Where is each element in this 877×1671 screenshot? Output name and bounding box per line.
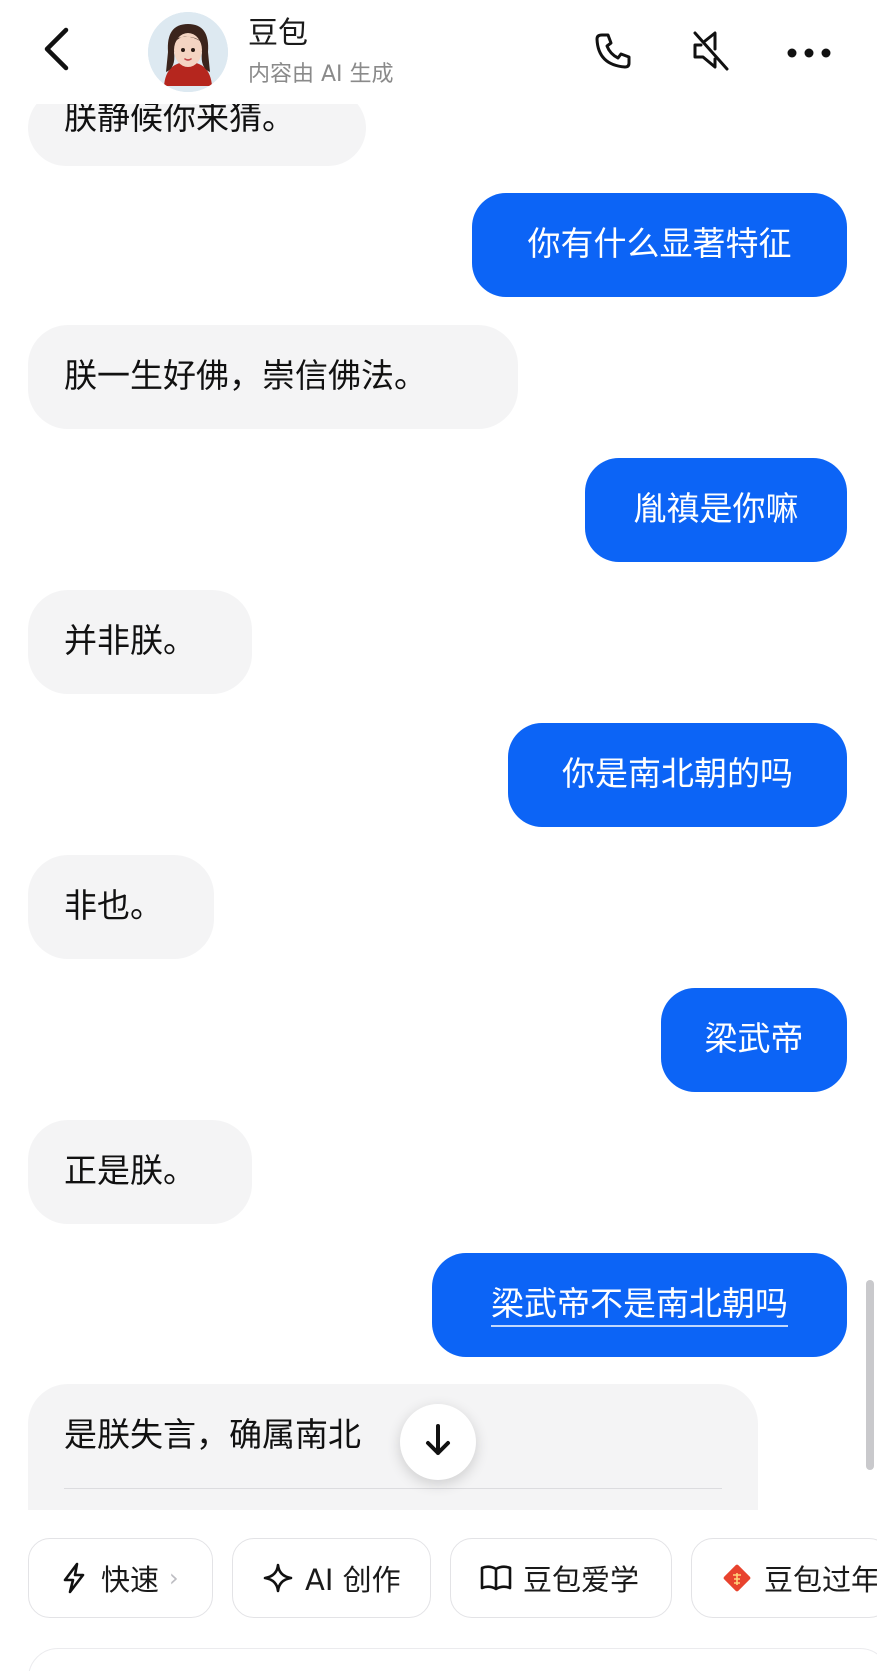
scrollbar[interactable] [866, 1280, 874, 1470]
message-input-area[interactable] [28, 1648, 877, 1671]
avatar[interactable] [148, 12, 228, 92]
phone-call-button[interactable] [588, 28, 638, 78]
chip-label: 快速 [101, 1563, 160, 1597]
user-message-bubble[interactable]: 梁武帝 [661, 988, 847, 1092]
fast-mode-chip[interactable]: 快速 › [28, 1538, 213, 1618]
bot-message-bubble[interactable]: 是朕失言，确属南北 [28, 1384, 758, 1514]
chat-screen: 豆包 内容由 AI 生成 朕静候你来猜。 你有什么显著特征 朕一生好佛，崇信佛法… [0, 0, 877, 1671]
user-message-bubble[interactable]: 胤禛是你嘛 [585, 458, 847, 562]
ai-create-chip[interactable]: AI 创作 [232, 1538, 431, 1618]
doubao-new-year-chip[interactable]: 豆包过年 [691, 1538, 877, 1618]
bot-message-text: 正是朕。 [64, 1151, 196, 1190]
user-message-text: 你是南北朝的吗 [562, 754, 793, 793]
arrow-down-icon [423, 1423, 453, 1461]
bot-message-bubble[interactable]: 并非朕。 [28, 590, 252, 694]
chevron-right-icon: › [169, 1564, 179, 1592]
user-message-text: 你有什么显著特征 [527, 224, 792, 263]
divider [64, 1488, 722, 1489]
ai-generated-note: 内容由 AI 生成 [248, 62, 394, 87]
chat-header: 豆包 内容由 AI 生成 [0, 0, 877, 104]
sparkle-icon [261, 1561, 295, 1595]
speaker-muted-icon [689, 29, 733, 77]
scroll-to-bottom-button[interactable] [400, 1404, 476, 1480]
doubao-learn-chip[interactable]: 豆包爱学 [450, 1538, 672, 1618]
bot-message-text: 朕一生好佛，崇信佛法。 [64, 356, 427, 395]
user-message-bubble[interactable]: 你是南北朝的吗 [508, 723, 847, 827]
user-message-bubble[interactable]: 你有什么显著特征 [472, 193, 847, 297]
user-message-text: 梁武帝 [704, 1019, 804, 1058]
bot-message-text: 并非朕。 [64, 621, 196, 660]
skill-chip-bar: 快速 › AI 创作 豆包爱学 豆包过年 [0, 1510, 877, 1671]
book-icon [479, 1561, 513, 1595]
more-dots-icon [786, 44, 832, 63]
mute-voice-button[interactable] [686, 28, 736, 78]
chevron-left-icon [40, 26, 72, 76]
lightning-icon [57, 1561, 91, 1595]
bot-message-bubble[interactable]: 朕一生好佛，崇信佛法。 [28, 325, 518, 429]
bot-message-text: 非也。 [64, 886, 163, 925]
user-message-text[interactable]: 梁武帝不是南北朝吗 [491, 1284, 788, 1327]
chip-label: 豆包爱学 [523, 1563, 640, 1597]
contact-name: 豆包 [248, 16, 308, 51]
more-button[interactable] [784, 28, 834, 78]
chip-label: AI 创作 [305, 1563, 401, 1597]
user-message-bubble[interactable]: 梁武帝不是南北朝吗 [432, 1253, 847, 1357]
user-message-text: 胤禛是你嘛 [633, 489, 799, 528]
phone-icon [592, 30, 634, 76]
bot-message-text: 是朕失言，确属南北 [64, 1415, 361, 1454]
fu-diamond-icon [720, 1561, 754, 1595]
bot-message-bubble[interactable]: 正是朕。 [28, 1120, 252, 1224]
bot-message-bubble[interactable]: 非也。 [28, 855, 214, 959]
back-button[interactable] [36, 26, 76, 76]
chip-label: 豆包过年 [764, 1563, 877, 1597]
